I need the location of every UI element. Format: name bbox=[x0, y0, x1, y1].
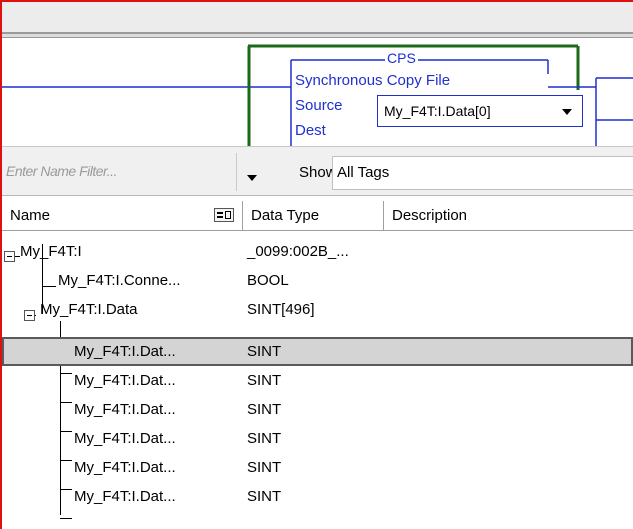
tag-row[interactable]: My_F4T:I.Dat... SINT bbox=[2, 453, 633, 482]
tag-data-type[interactable]: SINT bbox=[247, 488, 281, 505]
tag-data-type[interactable]: SINT bbox=[247, 372, 281, 389]
ladder-editor[interactable]: CPS Synchronous Copy File Source My_F4T:… bbox=[2, 38, 633, 146]
tag-data-type[interactable]: SINT bbox=[247, 459, 281, 476]
top-toolbar bbox=[2, 2, 633, 32]
tag-row[interactable]: My_F4T:I _0099:002B_... bbox=[2, 237, 633, 266]
tag-name[interactable]: My_F4T:I.Dat... bbox=[74, 430, 176, 447]
tag-row[interactable]: My_F4T:I.Dat... SINT bbox=[2, 482, 633, 511]
tag-row[interactable]: My_F4T:I.Conne... BOOL bbox=[2, 266, 633, 295]
source-operand-label: Source bbox=[295, 97, 343, 114]
chevron-down-icon[interactable] bbox=[562, 109, 572, 115]
name-filter-input[interactable]: Enter Name Filter... bbox=[2, 148, 232, 194]
tag-data-type[interactable]: SINT bbox=[247, 343, 281, 360]
tag-name[interactable]: My_F4T:I.Dat... bbox=[74, 488, 176, 505]
tag-data-type[interactable]: _0099:002B_... bbox=[247, 243, 349, 260]
tag-row[interactable]: My_F4T:I.Data SINT[496] bbox=[2, 295, 633, 324]
name-filter-placeholder[interactable]: Enter Name Filter... bbox=[6, 163, 117, 179]
source-operand-value[interactable]: My_F4T:I.Data[0] bbox=[384, 103, 491, 119]
column-header-data-type[interactable]: Data Type bbox=[243, 201, 384, 230]
tag-row[interactable]: My_F4T:I.Dat... SINT bbox=[2, 424, 633, 453]
tag-name[interactable]: My_F4T:I.Dat... bbox=[74, 372, 176, 389]
tag-data-type[interactable]: SINT bbox=[247, 401, 281, 418]
tag-filter-bar: Enter Name Filter... Show: All Tags bbox=[2, 146, 633, 196]
column-header-description[interactable]: Description bbox=[384, 201, 633, 230]
chevron-down-icon[interactable] bbox=[247, 175, 257, 181]
tag-name[interactable]: My_F4T:I.Conne... bbox=[58, 272, 181, 289]
tag-data-type[interactable]: SINT bbox=[247, 430, 281, 447]
tag-row[interactable]: My_F4T:I.Dat... SINT bbox=[2, 366, 633, 395]
dest-operand-label: Dest bbox=[295, 122, 326, 139]
tag-name[interactable]: My_F4T:I bbox=[20, 243, 82, 260]
show-filter-select[interactable]: All Tags bbox=[332, 156, 633, 190]
source-operand-dropdown[interactable]: My_F4T:I.Data[0] bbox=[377, 95, 583, 127]
show-filter-value[interactable]: All Tags bbox=[337, 164, 389, 181]
grid-header: Name Data Type Description bbox=[2, 201, 633, 231]
tag-name[interactable]: My_F4T:I.Dat... bbox=[74, 343, 176, 360]
name-filter-dropdown-button[interactable] bbox=[236, 153, 273, 191]
tag-name[interactable]: My_F4T:I.Dat... bbox=[74, 401, 176, 418]
tag-row-selected[interactable]: My_F4T:I.Dat... SINT bbox=[2, 337, 633, 366]
tag-row[interactable]: My_F4T:I.Dat... SINT bbox=[2, 395, 633, 424]
tag-browser-grid[interactable]: Name Data Type Description My_F4T:I _009… bbox=[2, 196, 633, 529]
tag-data-type[interactable]: SINT[496] bbox=[247, 301, 315, 318]
tag-data-type[interactable]: BOOL bbox=[247, 272, 289, 289]
tag-name[interactable]: My_F4T:I.Dat... bbox=[74, 459, 176, 476]
column-header-name[interactable]: Name bbox=[2, 201, 243, 230]
instruction-name[interactable]: CPS bbox=[385, 50, 418, 66]
instruction-description: Synchronous Copy File bbox=[295, 72, 451, 89]
column-chooser-icon[interactable] bbox=[214, 208, 234, 222]
tag-name[interactable]: My_F4T:I.Data bbox=[40, 301, 138, 318]
